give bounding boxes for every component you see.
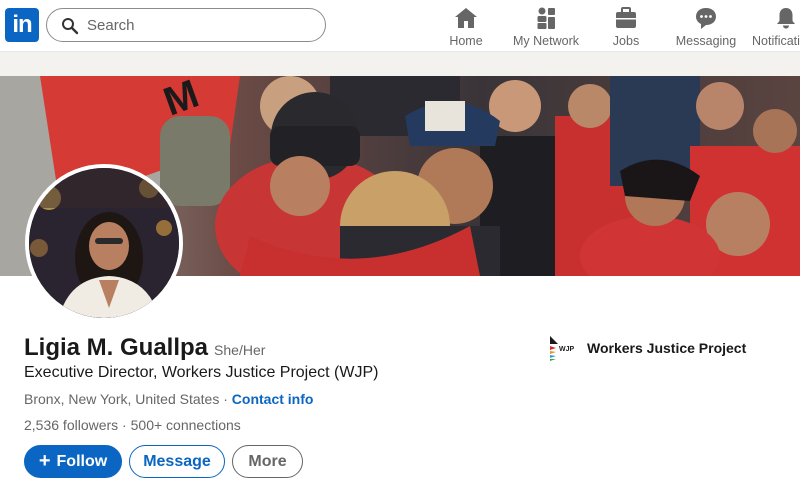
avatar[interactable] (25, 164, 183, 322)
plus-icon: + (38, 450, 51, 472)
location-separator: · (223, 391, 228, 407)
message-button[interactable]: Message (129, 445, 225, 478)
notifications-icon (777, 8, 795, 29)
search-icon (62, 18, 79, 35)
profile-stats-row: 2,536 followers · 500+ connections (24, 417, 241, 433)
follow-button-label: Follow (56, 453, 108, 470)
more-button-label: More (248, 453, 287, 470)
nav-item-jobs[interactable]: Jobs (604, 6, 648, 50)
search-input[interactable]: Search (46, 8, 326, 42)
page-background (0, 52, 800, 76)
search-placeholder: Search (87, 17, 135, 34)
top-nav: in Search Home My Network Jobs Messaging… (0, 0, 800, 52)
profile-headline: Executive Director, Workers Justice Proj… (24, 364, 379, 381)
stats-separator: · (118, 417, 131, 433)
nav-label-messaging: Messaging (675, 34, 737, 48)
follow-button[interactable]: + Follow (24, 445, 122, 478)
profile-name-row: Ligia M. Guallpa She/Her (24, 334, 265, 362)
connections-count[interactable]: 500+ connections (131, 417, 241, 433)
organization-logo-text: WJP (559, 346, 575, 353)
message-button-label: Message (143, 453, 211, 470)
profile-name: Ligia M. Guallpa (24, 334, 209, 361)
nav-item-messaging[interactable]: Messaging (675, 6, 737, 50)
followers-count[interactable]: 2,536 followers (24, 417, 118, 433)
nav-label-home: Home (449, 34, 483, 48)
more-button[interactable]: More (232, 445, 303, 478)
profile-pronouns: She/Her (214, 342, 266, 358)
nav-label-my-network: My Network (513, 34, 579, 48)
nav-item-home[interactable]: Home (444, 6, 488, 50)
contact-info-link[interactable]: Contact info (232, 391, 314, 407)
organization-name: Workers Justice Project (587, 340, 747, 356)
nav-item-my-network[interactable]: My Network (510, 6, 582, 50)
organization-logo: WJP (550, 336, 575, 361)
profile-location: Bronx, New York, United States (24, 391, 220, 407)
nav-label-notifications: Notifications (752, 34, 800, 48)
jobs-icon (616, 7, 636, 28)
nav-item-notifications[interactable]: Notifications (752, 6, 800, 50)
linkedin-logo[interactable]: in (5, 8, 39, 42)
messaging-icon (696, 8, 716, 29)
nav-label-jobs: Jobs (612, 34, 640, 48)
my-network-icon (537, 7, 555, 29)
profile-location-row: Bronx, New York, United States · Contact… (24, 391, 313, 407)
home-icon (455, 8, 477, 28)
profile-photo (29, 168, 179, 318)
